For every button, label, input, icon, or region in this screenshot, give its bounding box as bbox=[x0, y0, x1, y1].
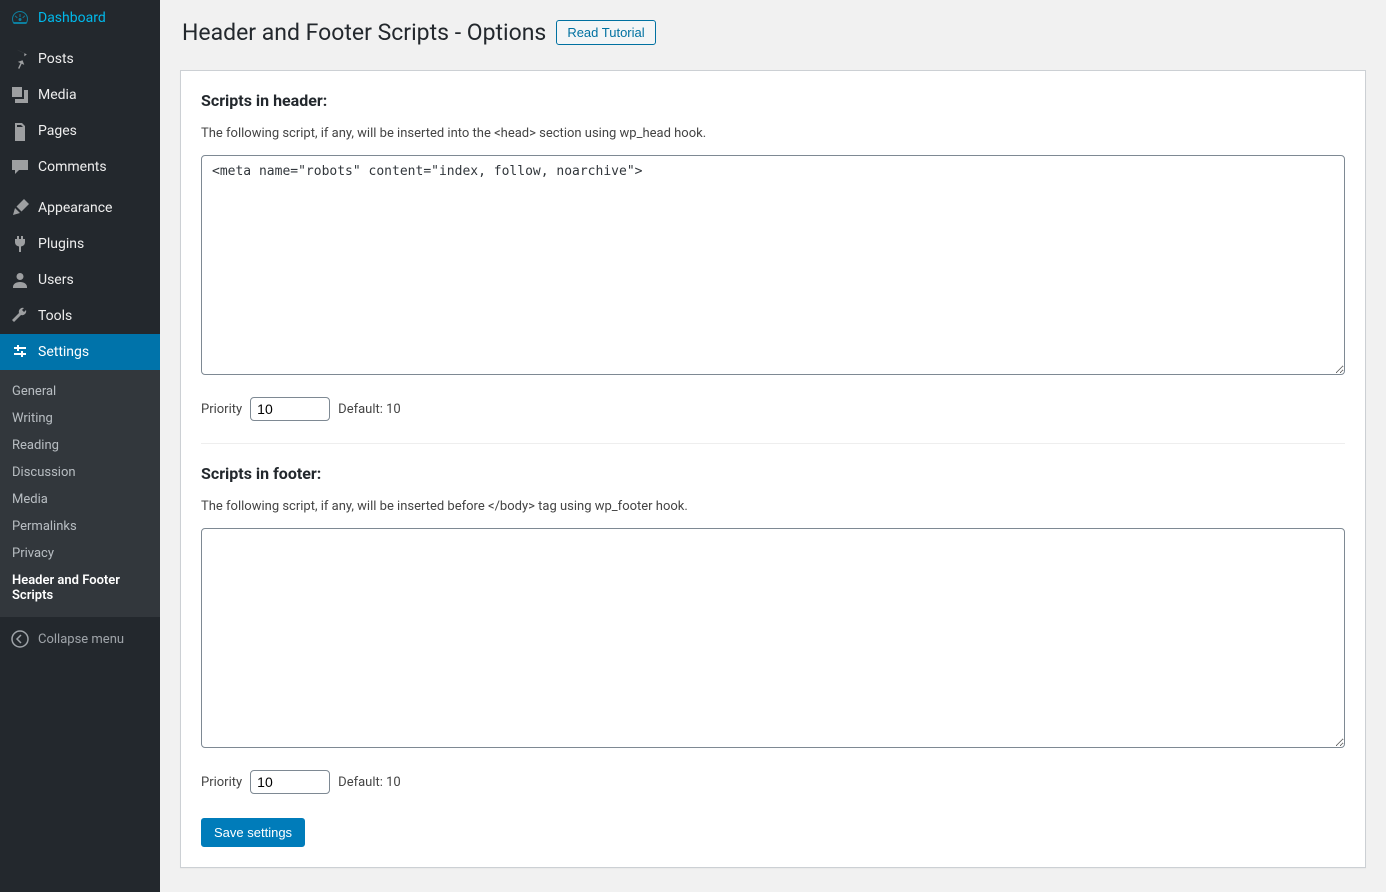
save-settings-button[interactable]: Save settings bbox=[201, 818, 305, 847]
submenu-item-writing[interactable]: Writing bbox=[0, 405, 160, 432]
options-panel: Scripts in header: The following script,… bbox=[180, 70, 1366, 868]
footer-scripts-section: Scripts in footer: The following script,… bbox=[201, 444, 1345, 794]
sidebar-item-label: Dashboard bbox=[38, 10, 106, 26]
submenu-item-header-footer-scripts[interactable]: Header and Footer Scripts bbox=[0, 567, 160, 609]
pin-icon bbox=[10, 49, 30, 69]
submenu-item-reading[interactable]: Reading bbox=[0, 432, 160, 459]
users-icon bbox=[10, 270, 30, 290]
header-scripts-section: Scripts in header: The following script,… bbox=[201, 71, 1345, 421]
read-tutorial-button[interactable]: Read Tutorial bbox=[556, 20, 655, 45]
appearance-icon bbox=[10, 198, 30, 218]
sidebar-item-posts[interactable]: Posts bbox=[0, 41, 160, 77]
sidebar-item-label: Plugins bbox=[38, 236, 84, 252]
footer-priority-input[interactable] bbox=[250, 770, 330, 794]
submenu-item-permalinks[interactable]: Permalinks bbox=[0, 513, 160, 540]
plugins-icon bbox=[10, 234, 30, 254]
collapse-label: Collapse menu bbox=[38, 632, 124, 647]
sidebar-item-label: Pages bbox=[38, 123, 77, 139]
header-scripts-textarea[interactable] bbox=[201, 155, 1345, 375]
media-icon bbox=[10, 85, 30, 105]
sidebar-item-label: Comments bbox=[38, 159, 107, 175]
header-priority-label: Priority bbox=[201, 402, 242, 417]
pages-icon bbox=[10, 121, 30, 141]
sidebar-item-pages[interactable]: Pages bbox=[0, 113, 160, 149]
dashboard-icon bbox=[10, 8, 30, 28]
footer-priority-default: Default: 10 bbox=[338, 775, 401, 790]
sidebar-item-label: Settings bbox=[38, 344, 89, 360]
sidebar-item-tools[interactable]: Tools bbox=[0, 298, 160, 334]
sidebar-item-label: Media bbox=[38, 87, 77, 103]
admin-sidebar: Dashboard Posts Media Pages Comments App… bbox=[0, 0, 160, 892]
sidebar-item-appearance[interactable]: Appearance bbox=[0, 190, 160, 226]
collapse-icon bbox=[10, 629, 30, 649]
sidebar-item-dashboard[interactable]: Dashboard bbox=[0, 0, 160, 36]
header-priority-default: Default: 10 bbox=[338, 402, 401, 417]
submenu-item-general[interactable]: General bbox=[0, 378, 160, 405]
submenu-item-media[interactable]: Media bbox=[0, 486, 160, 513]
sidebar-item-plugins[interactable]: Plugins bbox=[0, 226, 160, 262]
sidebar-item-label: Posts bbox=[38, 51, 74, 67]
tools-icon bbox=[10, 306, 30, 326]
sidebar-item-label: Tools bbox=[38, 308, 72, 324]
page-title: Header and Footer Scripts - Options bbox=[182, 19, 546, 46]
footer-section-heading: Scripts in footer: bbox=[201, 444, 1345, 487]
header-section-heading: Scripts in header: bbox=[201, 71, 1345, 114]
footer-scripts-textarea[interactable] bbox=[201, 528, 1345, 748]
sidebar-item-comments[interactable]: Comments bbox=[0, 149, 160, 185]
collapse-menu[interactable]: Collapse menu bbox=[0, 621, 160, 657]
sidebar-item-users[interactable]: Users bbox=[0, 262, 160, 298]
sidebar-item-label: Appearance bbox=[38, 200, 112, 216]
settings-icon bbox=[10, 342, 30, 362]
settings-submenu: General Writing Reading Discussion Media… bbox=[0, 370, 160, 617]
header-section-description: The following script, if any, will be in… bbox=[201, 114, 1345, 155]
comments-icon bbox=[10, 157, 30, 177]
footer-section-description: The following script, if any, will be in… bbox=[201, 487, 1345, 528]
sidebar-item-settings[interactable]: Settings bbox=[0, 334, 160, 370]
footer-priority-label: Priority bbox=[201, 775, 242, 790]
sidebar-item-media[interactable]: Media bbox=[0, 77, 160, 113]
submenu-item-privacy[interactable]: Privacy bbox=[0, 540, 160, 567]
main-content: Header and Footer Scripts - Options Read… bbox=[160, 0, 1386, 892]
sidebar-item-label: Users bbox=[38, 272, 74, 288]
header-priority-input[interactable] bbox=[250, 397, 330, 421]
submenu-item-discussion[interactable]: Discussion bbox=[0, 459, 160, 486]
